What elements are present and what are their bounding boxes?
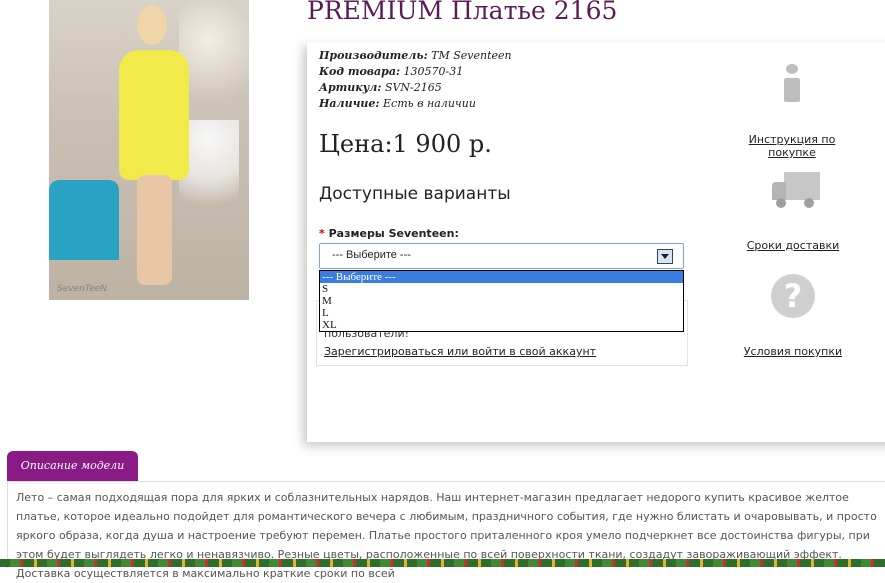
size-select[interactable]: --- Выберите ---	[319, 243, 684, 269]
delivery-link[interactable]: Сроки доставки	[737, 239, 849, 252]
photo-watermark: SevenTeeN	[57, 284, 108, 294]
product-panel: Производитель: TM Seventeen Код товара: …	[307, 42, 885, 442]
holiday-garland	[0, 559, 885, 567]
tab-description[interactable]: Описание модели	[7, 451, 138, 481]
size-label: * Размеры Seventeen:	[319, 227, 459, 240]
photo-model-legs	[137, 175, 172, 285]
spec-row: Наличие: Есть в наличии	[319, 97, 476, 110]
size-option[interactable]: --- Выберите ---	[320, 271, 683, 283]
terms-block: Условия покупки	[737, 345, 849, 358]
price: Цена:1 900 р.	[319, 130, 492, 158]
size-option[interactable]: L	[320, 307, 683, 319]
register-login-link[interactable]: Зарегистрироваться или войти в свой акка…	[324, 345, 596, 358]
required-star: *	[319, 227, 325, 240]
terms-link[interactable]: Условия покупки	[737, 345, 849, 358]
variants-heading: Доступные варианты	[319, 184, 511, 204]
description-text: Лето – самая подходящая пора для ярких и…	[16, 491, 877, 580]
spec-row: Производитель: TM Seventeen	[319, 49, 512, 62]
size-option[interactable]: S	[320, 283, 683, 295]
product-title: PREMIUM Платье 2165	[307, 0, 618, 25]
delivery-block: Сроки доставки	[737, 239, 849, 252]
photo-chair	[49, 180, 119, 260]
spec-row: Артикул: SVN-2165	[319, 81, 442, 94]
size-option[interactable]: XL	[320, 319, 683, 331]
instructions-block: Инструкция по покупке	[730, 133, 854, 159]
product-specs: Производитель: TM Seventeen Код товара: …	[319, 48, 512, 112]
info-icon[interactable]	[781, 64, 803, 104]
instructions-link[interactable]: Инструкция по покупке	[730, 133, 854, 159]
spec-row: Код товара: 130570-31	[319, 65, 464, 78]
question-icon[interactable]: ?	[771, 274, 815, 318]
size-option[interactable]: M	[320, 295, 683, 307]
photo-lamp	[179, 0, 249, 110]
description-box: Лето – самая подходящая пора для ярких и…	[7, 481, 885, 580]
size-options-list[interactable]: --- Выберите --- S M L XL	[319, 270, 684, 332]
photo-model-head	[137, 5, 167, 45]
product-photo[interactable]: SevenTeeN	[49, 0, 249, 300]
truck-icon[interactable]	[770, 172, 820, 208]
dropdown-arrow-icon[interactable]	[657, 249, 673, 264]
photo-yellow-dress	[119, 50, 189, 180]
size-select-value: --- Выберите ---	[332, 249, 411, 261]
